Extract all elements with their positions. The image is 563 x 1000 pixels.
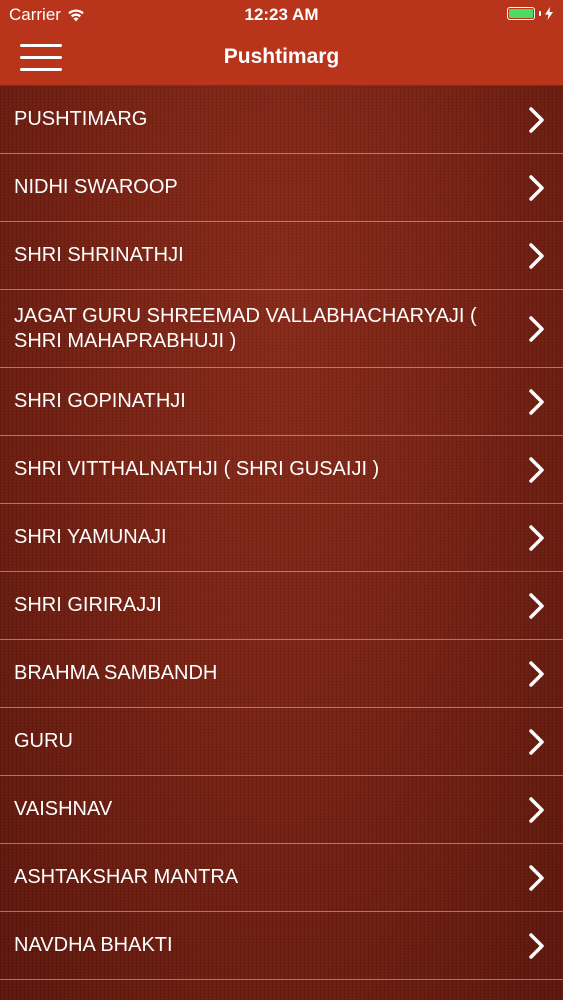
list-item-label: SHRI SHRINATHJI	[14, 244, 184, 266]
charging-bolt-icon	[545, 7, 553, 20]
list-item-label: PUSHTIMARG	[14, 108, 148, 130]
chevron-right-icon	[529, 728, 544, 755]
list-item-label: VAISHNAV	[14, 798, 113, 820]
chevron-right-icon	[529, 456, 544, 483]
battery-icon	[507, 7, 535, 20]
list-item[interactable]: BRAHMA SAMBANDH	[0, 640, 563, 708]
chevron-right-icon	[529, 388, 544, 415]
list-item-label: BRAHMA SAMBANDH	[14, 662, 218, 684]
list-item-label: NIDHI SWAROOP	[14, 176, 178, 198]
list-item[interactable]: SHRI SHRINATHJI	[0, 222, 563, 290]
list-item-label: SHRI GIRIRAJJI	[14, 594, 162, 616]
list-item[interactable]: PUSHTIMARG	[0, 86, 563, 154]
battery-tip	[539, 11, 541, 16]
list-item[interactable]: SHRI YAMUNAJI	[0, 504, 563, 572]
chevron-right-icon	[529, 796, 544, 823]
chevron-right-icon	[529, 660, 544, 687]
chevron-right-icon	[529, 242, 544, 269]
list-item-label: SHRI GOPINATHJI	[14, 390, 186, 412]
page-title: Pushtimarg	[223, 45, 340, 68]
list-item-label: SHRI YAMUNAJI	[14, 526, 167, 548]
chevron-right-icon	[529, 174, 544, 201]
list-item[interactable]: NIDHI SWAROOP	[0, 154, 563, 222]
chevron-right-icon	[529, 315, 544, 342]
navigation-bar: Pushtimarg	[0, 30, 563, 85]
list-item-label: NAVDHA BHAKTI	[14, 934, 173, 956]
status-time: 12:23 AM	[244, 5, 319, 24]
list-item[interactable]: GURU	[0, 708, 563, 776]
chevron-right-icon	[529, 592, 544, 619]
battery-indicator	[507, 7, 553, 20]
list-item[interactable]: SHRI GOPINATHJI	[0, 368, 563, 436]
list-item-label: JAGAT GURU SHREEMAD VALLABHACHARYAJI ( S…	[14, 304, 477, 352]
chevron-right-icon	[529, 106, 544, 133]
list-item[interactable]: VAISHNAV	[0, 776, 563, 844]
list-item-label: GURU	[14, 730, 73, 752]
list-item[interactable]: NAVDHA BHAKTI	[0, 912, 563, 980]
chevron-right-icon	[529, 864, 544, 891]
top-bar: Carrier 12:23 AM Pushtimarg	[0, 0, 563, 86]
list-item-label: SHRI VITTHALNATHJI ( SHRI GUSAIJI )	[14, 458, 380, 480]
status-bar: Carrier 12:23 AM	[0, 0, 563, 30]
chevron-right-icon	[529, 524, 544, 551]
list-item[interactable]: SHRI VITTHALNATHJI ( SHRI GUSAIJI )	[0, 436, 563, 504]
app-screen: Carrier 12:23 AM Pushtimarg PUSHTIMARG N…	[0, 0, 563, 1000]
menu-list: PUSHTIMARG NIDHI SWAROOP SHRI SHRINATHJI JA…	[0, 86, 563, 980]
list-item-label: ASHTAKSHAR MANTRA	[14, 866, 239, 888]
list-item[interactable]: ASHTAKSHAR MANTRA	[0, 844, 563, 912]
list-item[interactable]: JAGAT GURU SHREEMAD VALLABHACHARYAJI ( S…	[0, 290, 563, 368]
chevron-right-icon	[529, 932, 544, 959]
list-item[interactable]: SHRI GIRIRAJJI	[0, 572, 563, 640]
battery-fill	[509, 9, 533, 18]
